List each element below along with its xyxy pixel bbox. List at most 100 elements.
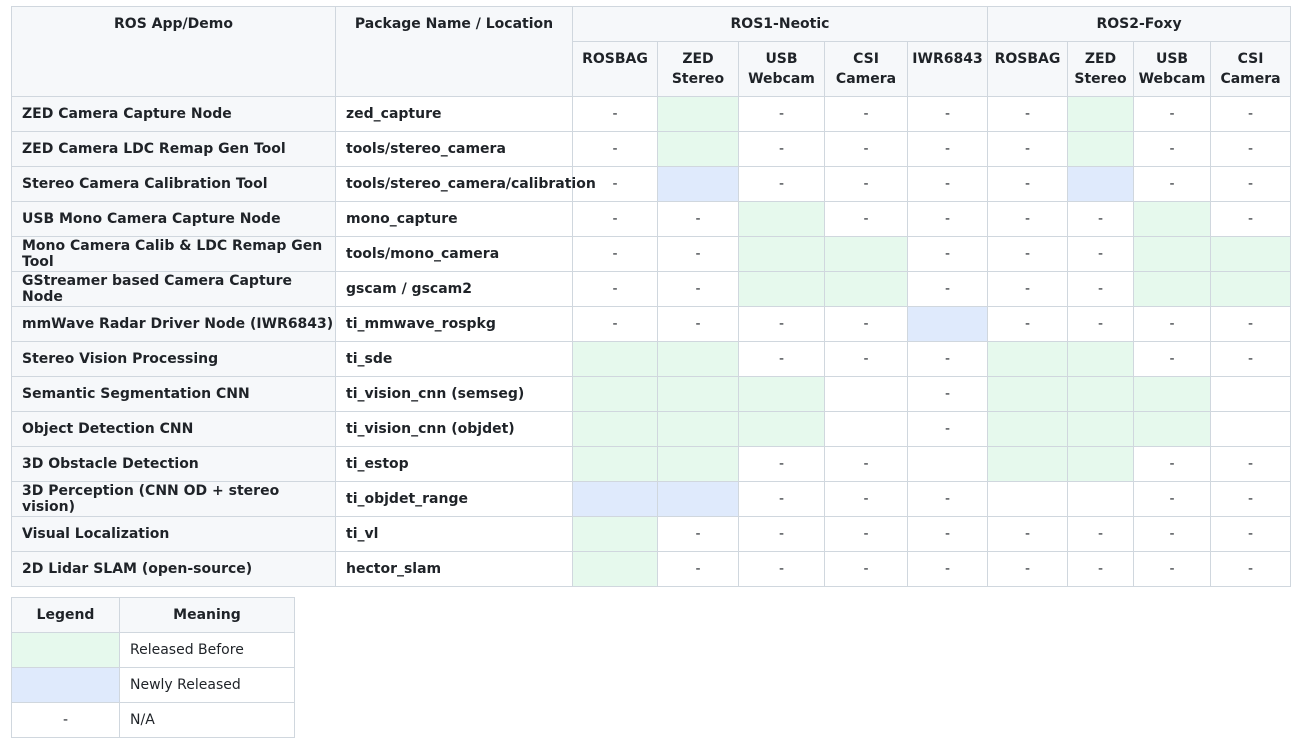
status-released-before bbox=[572, 341, 658, 377]
status-na: - bbox=[738, 446, 825, 482]
status-na: - bbox=[572, 96, 658, 132]
col-header-text: ROSBAG bbox=[994, 51, 1061, 67]
col-header-text: CSI bbox=[1237, 51, 1264, 67]
app-name: 2D Lidar SLAM (open-source) bbox=[11, 551, 336, 587]
table-row: 2D Lidar SLAM (open-source) hector_slam - -… bbox=[11, 551, 1292, 587]
status-na: - bbox=[987, 166, 1069, 202]
app-name: mmWave Radar Driver Node (IWR6843) bbox=[11, 306, 336, 342]
legend-row: Newly Released bbox=[11, 667, 295, 703]
status-released-before bbox=[572, 516, 658, 552]
status-released-before bbox=[738, 271, 825, 307]
col-header-app: ROS App/Demo bbox=[11, 6, 336, 97]
compatibility-table: ROS App/Demo Package Name / Location ROS… bbox=[11, 6, 1292, 587]
package-name: hector_slam bbox=[335, 551, 573, 587]
package-name: tools/mono_camera bbox=[335, 236, 573, 272]
status-na: - bbox=[657, 271, 739, 307]
status-na: - bbox=[738, 96, 825, 132]
status-released-before bbox=[1133, 236, 1212, 272]
status-na: - bbox=[1067, 306, 1135, 342]
legend-swatch bbox=[11, 667, 120, 703]
status-released-before bbox=[824, 236, 908, 272]
col-header-text: Camera bbox=[835, 71, 897, 87]
status-na: - bbox=[824, 96, 908, 132]
table-row: USB Mono Camera Capture Node mono_capture… bbox=[11, 201, 1292, 237]
status-na: - bbox=[1133, 551, 1212, 587]
table-row: Stereo Camera Calibration Tool tools/ster… bbox=[11, 166, 1292, 202]
status-na: - bbox=[906, 481, 989, 517]
status-released-before bbox=[657, 341, 739, 377]
status-empty bbox=[1210, 411, 1292, 447]
status-na: - bbox=[738, 131, 825, 167]
col-header-text: IWR6843 bbox=[912, 51, 983, 67]
col-header-text: ROSBAG bbox=[582, 51, 648, 67]
status-na: - bbox=[906, 96, 989, 132]
status-released-before bbox=[657, 96, 739, 132]
status-na: - bbox=[657, 306, 739, 342]
status-na: - bbox=[1133, 481, 1212, 517]
status-released-before bbox=[987, 341, 1069, 377]
status-released-before bbox=[1133, 376, 1212, 412]
status-na: - bbox=[987, 551, 1069, 587]
app-name: 3D Perception (CNN OD + stereo vision) bbox=[11, 481, 336, 517]
status-released-before bbox=[572, 376, 658, 412]
status-na: - bbox=[1133, 516, 1212, 552]
status-released-before bbox=[738, 201, 825, 237]
status-newly-released bbox=[1067, 166, 1135, 202]
status-na: - bbox=[738, 551, 825, 587]
status-na: - bbox=[824, 551, 908, 587]
status-na: - bbox=[824, 341, 908, 377]
status-na: - bbox=[824, 166, 908, 202]
status-released-before bbox=[657, 131, 739, 167]
status-released-before bbox=[1210, 271, 1292, 307]
status-released-before bbox=[987, 411, 1069, 447]
status-empty bbox=[987, 481, 1069, 517]
col-header-ros1-4: IWR6843 bbox=[906, 41, 989, 97]
table-row: Stereo Vision Processing ti_sde - - - - - bbox=[11, 341, 1292, 377]
table-row: Mono Camera Calib & LDC Remap Gen Tool to… bbox=[11, 236, 1292, 272]
status-na: - bbox=[657, 551, 739, 587]
status-na: - bbox=[906, 236, 989, 272]
status-na: - bbox=[1133, 96, 1212, 132]
status-released-before bbox=[738, 376, 825, 412]
col-header-ros2-8: CSI Camera bbox=[1210, 41, 1292, 97]
package-name: ti_vl bbox=[335, 516, 573, 552]
status-na: - bbox=[572, 306, 658, 342]
status-na: - bbox=[987, 131, 1069, 167]
package-name: ti_vision_cnn (objdet) bbox=[335, 411, 573, 447]
status-na: - bbox=[1210, 96, 1292, 132]
status-na: - bbox=[1210, 516, 1292, 552]
status-na: - bbox=[824, 131, 908, 167]
legend-swatch bbox=[11, 632, 120, 668]
status-released-before bbox=[1210, 236, 1292, 272]
col-header-text: ZED bbox=[1084, 51, 1117, 67]
table-row: 3D Perception (CNN OD + stereo vision) ti… bbox=[11, 481, 1292, 517]
col-header-ros1-3: CSI Camera bbox=[824, 41, 908, 97]
status-released-before bbox=[572, 551, 658, 587]
status-released-before bbox=[738, 236, 825, 272]
package-name: ti_vision_cnn (semseg) bbox=[335, 376, 573, 412]
col-header-ros1-0: ROSBAG bbox=[572, 41, 658, 97]
app-name: Mono Camera Calib & LDC Remap Gen Tool bbox=[11, 236, 336, 272]
status-na: - bbox=[906, 271, 989, 307]
package-name: ti_sde bbox=[335, 341, 573, 377]
legend-symbol: - bbox=[11, 702, 120, 738]
package-name: ti_mmwave_rospkg bbox=[335, 306, 573, 342]
package-name: zed_capture bbox=[335, 96, 573, 132]
status-na: - bbox=[572, 271, 658, 307]
legend-header-legend: Legend bbox=[11, 597, 120, 633]
legend-table: Legend Meaning Released Before Newly Rele… bbox=[11, 597, 295, 738]
status-na: - bbox=[1067, 551, 1135, 587]
legend-header-meaning: Meaning bbox=[119, 597, 295, 633]
status-na: - bbox=[1067, 201, 1135, 237]
status-na: - bbox=[824, 446, 908, 482]
col-header-ros1-1: ZED Stereo bbox=[657, 41, 739, 97]
col-header-text: ZED bbox=[682, 51, 714, 67]
status-na: - bbox=[987, 516, 1069, 552]
table-row: Object Detection CNN ti_vision_cnn (objde… bbox=[11, 411, 1292, 447]
app-name: Object Detection CNN bbox=[11, 411, 336, 447]
status-na: - bbox=[657, 516, 739, 552]
status-na: - bbox=[738, 306, 825, 342]
status-na: - bbox=[572, 131, 658, 167]
group-header-ros2: ROS2-Foxy bbox=[987, 6, 1292, 42]
app-name: USB Mono Camera Capture Node bbox=[11, 201, 336, 237]
